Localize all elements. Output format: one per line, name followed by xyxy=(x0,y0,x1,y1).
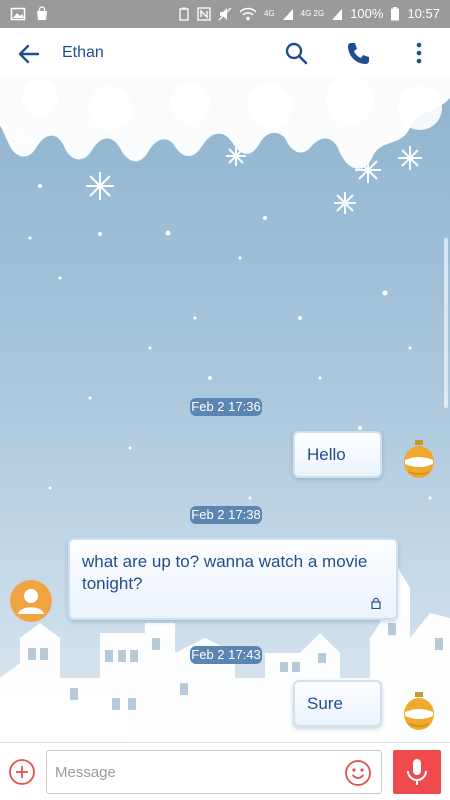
emoji-icon[interactable] xyxy=(344,759,372,787)
outgoing-message[interactable]: Sure xyxy=(293,680,382,727)
mic-icon xyxy=(407,759,427,785)
phone-icon[interactable] xyxy=(345,40,371,66)
signal-icon-2 xyxy=(332,9,343,20)
contact-avatar[interactable] xyxy=(10,580,52,622)
add-icon[interactable] xyxy=(8,758,36,786)
conversation-header: Ethan xyxy=(0,28,450,78)
mute-icon xyxy=(218,7,232,21)
shopping-bag-icon xyxy=(37,6,47,20)
timestamp-chip: Feb 2 17:36 xyxy=(190,398,262,416)
network-type: 4G xyxy=(263,9,275,18)
composer-bar xyxy=(0,742,450,800)
contact-name[interactable]: Ethan xyxy=(62,44,104,62)
message-field xyxy=(46,750,382,794)
ornament-icon xyxy=(404,692,434,730)
message-text: Sure xyxy=(307,694,343,713)
battery-percent: 100% xyxy=(350,6,384,21)
message-input[interactable] xyxy=(47,751,381,793)
back-arrow-icon[interactable] xyxy=(16,41,42,67)
voice-record-button[interactable] xyxy=(393,750,441,794)
image-notification-icon xyxy=(10,7,26,21)
status-bar: 4G 4G 2G 100% 10:57 xyxy=(0,0,450,28)
nfc-icon xyxy=(197,7,211,21)
timestamp-chip: Feb 2 17:43 xyxy=(190,646,262,664)
wifi-icon xyxy=(239,7,257,21)
outgoing-message[interactable]: Hello xyxy=(293,431,382,478)
message-text: Hello xyxy=(307,445,346,464)
lock-icon xyxy=(371,597,381,609)
more-vert-icon[interactable] xyxy=(406,40,432,66)
incoming-message[interactable]: what are up to? wanna watch a movie toni… xyxy=(68,538,398,620)
search-icon[interactable] xyxy=(283,40,309,66)
clock: 10:57 xyxy=(407,6,440,21)
timestamp-chip: Feb 2 17:38 xyxy=(190,506,262,524)
scrollbar[interactable] xyxy=(444,238,448,408)
battery-saver-icon xyxy=(179,7,189,21)
person-icon xyxy=(18,589,44,614)
notification-icons xyxy=(10,6,50,22)
signal-icon-1 xyxy=(282,9,293,20)
ornament-icon xyxy=(404,440,434,478)
network-type-2: 4G 2G xyxy=(300,9,325,18)
message-text: what are up to? wanna watch a movie toni… xyxy=(82,552,368,593)
system-status: 4G 4G 2G 100% 10:57 xyxy=(178,6,440,22)
chat-area[interactable]: Feb 2 17:36 Hello Feb 2 17:38 what are u… xyxy=(0,78,450,742)
snowflake-border xyxy=(0,78,450,169)
battery-icon xyxy=(391,7,400,21)
